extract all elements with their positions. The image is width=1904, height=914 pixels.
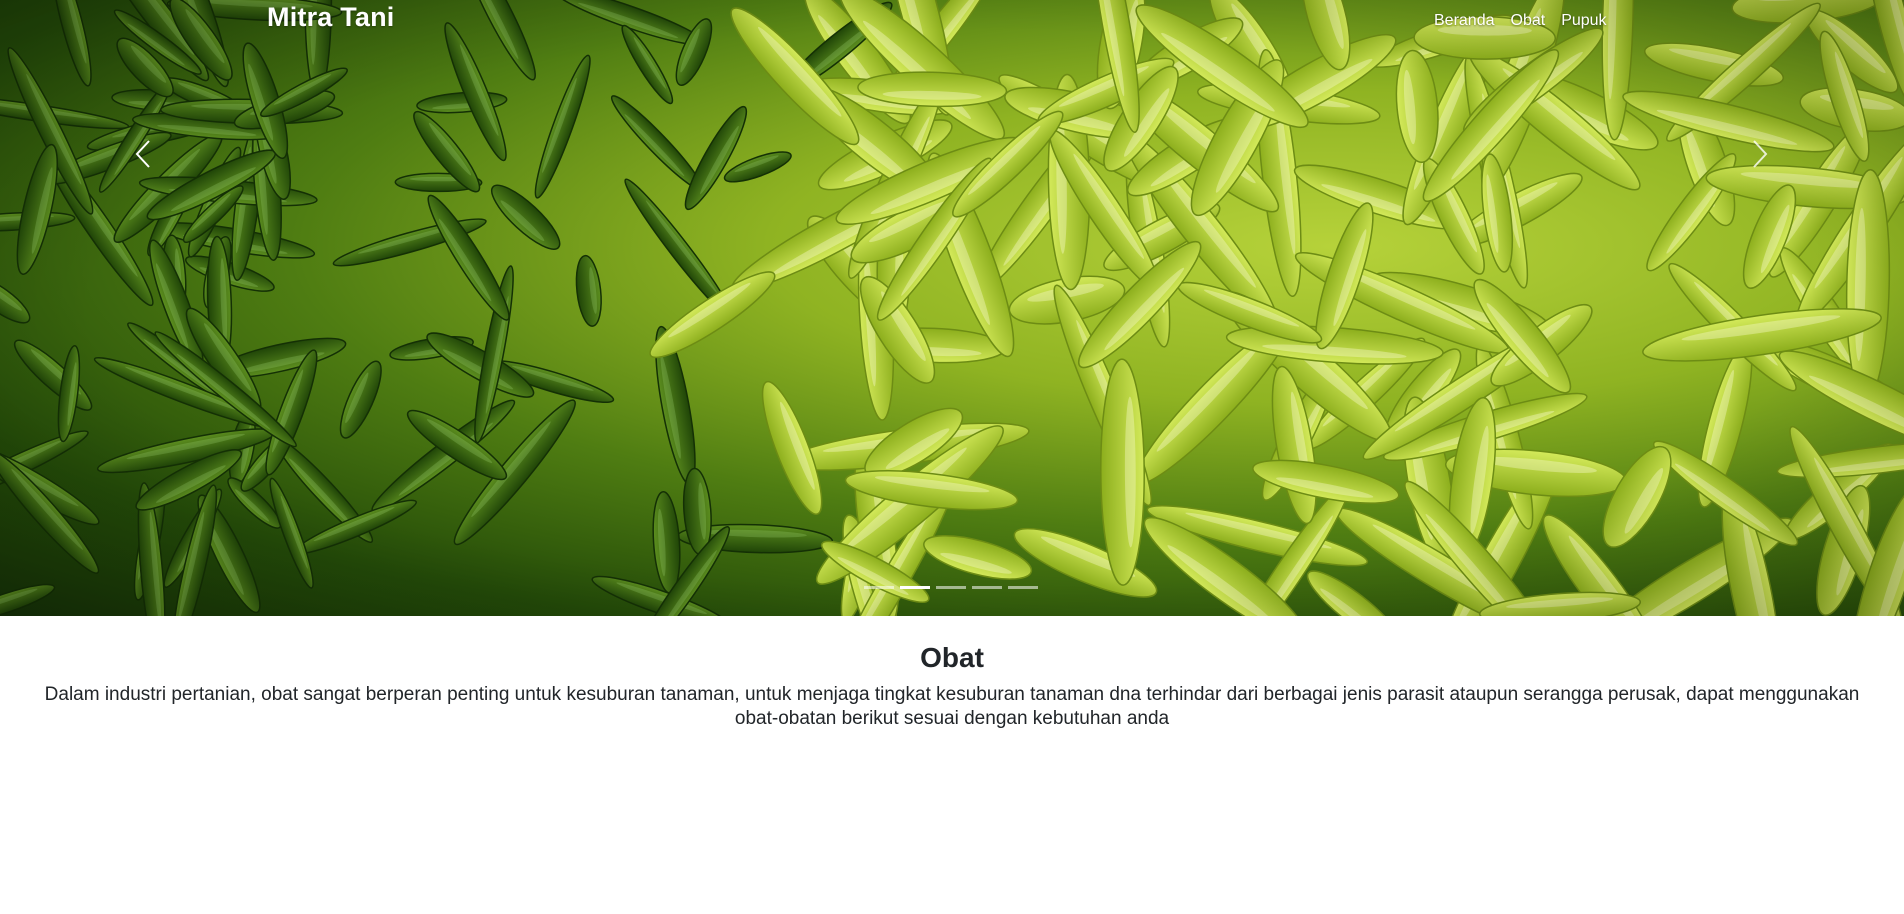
carousel-indicator[interactable] xyxy=(1008,586,1038,589)
section-title: Obat xyxy=(920,642,984,673)
carousel-next-button[interactable] xyxy=(1740,130,1780,178)
carousel-indicator[interactable] xyxy=(936,586,966,589)
nav-link-obat[interactable]: Obat xyxy=(1511,12,1546,30)
page: Mitra Tani Beranda Obat Pupuk Obat Dalam… xyxy=(0,0,1904,914)
carousel-prev-button[interactable] xyxy=(123,130,163,178)
hero-carousel: Mitra Tani Beranda Obat Pupuk xyxy=(0,0,1904,616)
carousel-indicator[interactable] xyxy=(864,586,894,589)
chevron-left-icon xyxy=(135,140,150,168)
chili-peppers-image xyxy=(0,0,1904,616)
navbar: Mitra Tani Beranda Obat Pupuk xyxy=(0,0,1904,40)
content-section: Obat Dalam industri pertanian, obat sang… xyxy=(0,616,1904,731)
carousel-indicator[interactable] xyxy=(900,586,930,589)
brand-logo[interactable]: Mitra Tani xyxy=(267,2,395,33)
nav-links: Beranda Obat Pupuk xyxy=(1434,12,1607,30)
carousel-indicators xyxy=(864,586,1038,589)
section-description: Dalam industri pertanian, obat sangat be… xyxy=(44,684,1860,729)
nav-link-beranda[interactable]: Beranda xyxy=(1434,12,1495,30)
chevron-right-icon xyxy=(1753,140,1768,168)
nav-link-pupuk[interactable]: Pupuk xyxy=(1561,12,1606,30)
carousel-indicator[interactable] xyxy=(972,586,1002,589)
